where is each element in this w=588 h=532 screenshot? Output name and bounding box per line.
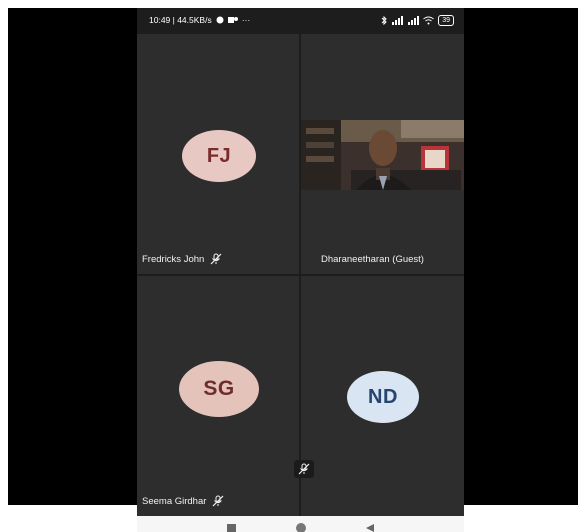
home-button[interactable] bbox=[291, 518, 311, 532]
wifi-icon bbox=[423, 16, 435, 24]
circle-icon bbox=[295, 523, 306, 532]
android-nav-bar bbox=[137, 516, 464, 532]
mic-off-badge bbox=[294, 460, 314, 478]
participant-tile[interactable]: ND bbox=[301, 276, 464, 516]
status-time: 10:49 | 44.5KB/s bbox=[149, 15, 212, 25]
phone-screen: 10:49 | 44.5KB/s ··· 39 FJ Fredricks Joh… bbox=[137, 8, 464, 532]
avatar: FJ bbox=[182, 130, 256, 182]
participant-name: Seema Girdhar bbox=[142, 495, 207, 507]
status-overflow: ··· bbox=[241, 15, 251, 25]
signal-icon bbox=[392, 15, 404, 25]
bluetooth-icon bbox=[381, 15, 387, 25]
triangle-back-icon bbox=[365, 524, 374, 532]
status-bar: 10:49 | 44.5KB/s ··· 39 bbox=[137, 8, 464, 32]
signal-icon-2 bbox=[408, 15, 420, 25]
participant-name: Dharaneetharan (Guest) bbox=[321, 254, 424, 265]
participant-tile[interactable]: SG Seema Girdhar bbox=[137, 276, 299, 516]
video-frame bbox=[301, 120, 464, 190]
participant-tile[interactable]: FJ Fredricks John bbox=[137, 34, 299, 274]
avatar: ND bbox=[347, 371, 419, 423]
square-icon bbox=[227, 523, 236, 532]
participant-tile[interactable]: Dharaneetharan (Guest) bbox=[301, 34, 464, 274]
mic-off-icon bbox=[210, 253, 222, 265]
notification-icon bbox=[216, 16, 224, 24]
avatar: SG bbox=[179, 361, 259, 417]
mic-off-icon bbox=[298, 463, 310, 475]
participant-video bbox=[301, 120, 464, 190]
mic-off-icon bbox=[212, 495, 224, 507]
battery-icon: 39 bbox=[438, 14, 454, 26]
back-button[interactable] bbox=[360, 518, 380, 532]
participant-name: Fredricks John bbox=[142, 253, 205, 265]
teams-icon bbox=[227, 17, 238, 23]
recents-button[interactable] bbox=[222, 518, 242, 532]
